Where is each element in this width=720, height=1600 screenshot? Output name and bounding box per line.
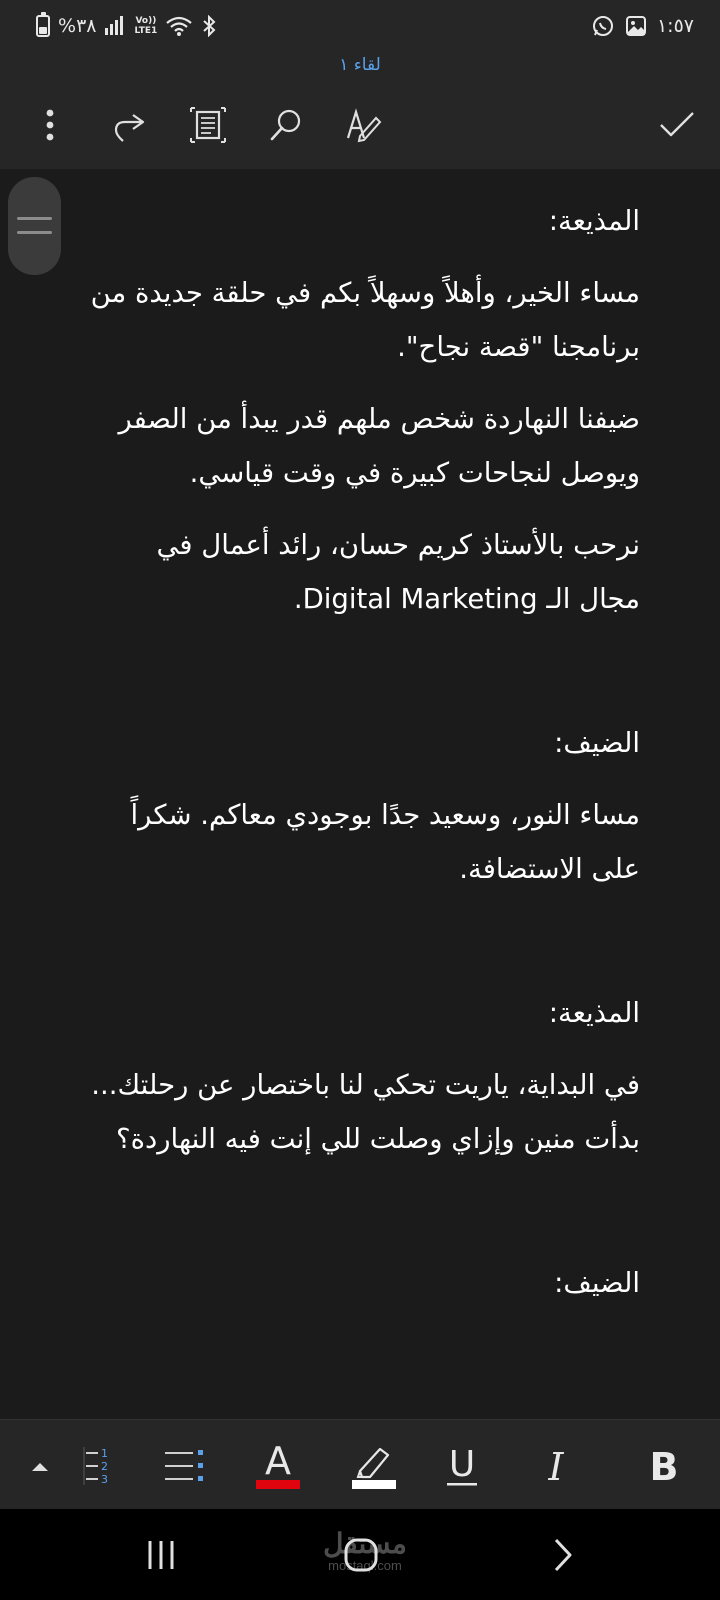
top-toolbar bbox=[0, 82, 720, 169]
volte-indicator: Vo)) LTE1 bbox=[134, 16, 157, 36]
paragraph: نرحب بالأستاذ كريم حسان، رائد أعمال في م… bbox=[156, 529, 640, 615]
home-button[interactable] bbox=[331, 1527, 391, 1583]
search-button[interactable] bbox=[261, 100, 311, 150]
gallery-icon bbox=[625, 16, 646, 36]
bold-icon: B bbox=[650, 1445, 679, 1489]
underline-icon: U bbox=[447, 1444, 477, 1486]
document-body[interactable]: المذيعة: مساء الخير، وأهلاً وسهلاً بكم ف… bbox=[0, 169, 720, 1419]
battery-icon bbox=[36, 12, 50, 37]
numbered-list-button[interactable]: 1 2 3 bbox=[68, 1438, 124, 1494]
more-vert-icon bbox=[46, 109, 54, 141]
document-title[interactable]: لقاء ١ bbox=[339, 55, 381, 75]
status-bar: %٣٨ Vo)) LTE1 ١:٥٧ bbox=[0, 0, 720, 52]
status-right: ١:٥٧ bbox=[591, 12, 694, 40]
system-navigation-bar: مستقل mostaql.com bbox=[0, 1509, 720, 1600]
highlight-swatch bbox=[352, 1480, 396, 1489]
chevron-right-icon bbox=[554, 1538, 572, 1572]
handle-line-top bbox=[17, 217, 52, 220]
highlight-button[interactable] bbox=[346, 1438, 402, 1494]
speaker-label: الضيف: bbox=[554, 727, 640, 759]
underline-button[interactable]: U bbox=[434, 1438, 490, 1494]
whatsapp-icon bbox=[592, 16, 613, 36]
bold-letter: B bbox=[650, 1445, 679, 1489]
italic-letter: I bbox=[547, 1445, 564, 1489]
paragraph: مساء الخير، وأهلاً وسهلاً بكم في حلقة جد… bbox=[90, 277, 640, 363]
clock: ١:٥٧ bbox=[656, 15, 694, 37]
bold-button[interactable]: B bbox=[636, 1438, 692, 1494]
redo-icon bbox=[114, 114, 145, 142]
speaker-label: الضيف: bbox=[554, 1267, 640, 1299]
list-number: 3 bbox=[101, 1473, 108, 1486]
underline-letter: U bbox=[449, 1444, 475, 1485]
bullet-list-icon bbox=[165, 1450, 203, 1481]
list-number: 2 bbox=[101, 1460, 108, 1473]
fast-scroll-handle[interactable] bbox=[8, 177, 61, 275]
redo-button[interactable] bbox=[104, 100, 154, 150]
document-title-bar: لقاء ١ bbox=[0, 52, 720, 82]
paragraph: في البداية، ياريت تحكي لنا باختصار عن رح… bbox=[91, 1069, 640, 1155]
wifi-icon bbox=[166, 16, 192, 36]
draw-button[interactable] bbox=[338, 100, 388, 150]
expand-toolbar-button[interactable] bbox=[12, 1438, 68, 1494]
lte-label: LTE1 bbox=[134, 26, 158, 36]
page-view-button[interactable] bbox=[183, 100, 233, 150]
more-options-button[interactable] bbox=[25, 100, 75, 150]
pen-edit-icon bbox=[346, 108, 382, 143]
italic-icon: I bbox=[547, 1445, 564, 1489]
status-left: %٣٨ Vo)) LTE1 bbox=[36, 12, 217, 40]
recent-apps-button[interactable] bbox=[131, 1527, 191, 1583]
speaker-label: المذيعة: bbox=[548, 205, 640, 237]
list-number: 1 bbox=[101, 1447, 108, 1460]
bullet-list-button[interactable] bbox=[156, 1438, 212, 1494]
home-icon bbox=[344, 1538, 378, 1572]
paragraph: ضيفنا النهاردة شخص ملهم قدر يبدأ من الصف… bbox=[118, 403, 640, 489]
format-toolbar: 1 2 3 A U I B bbox=[0, 1419, 720, 1509]
search-icon bbox=[270, 109, 301, 141]
page-view-icon bbox=[190, 107, 226, 143]
document-text[interactable]: المذيعة: مساء الخير، وأهلاً وسهلاً بكم ف… bbox=[88, 194, 640, 1328]
paragraph: مساء النور، وسعيد جدًا بوجودي معاكم. شكر… bbox=[130, 799, 641, 885]
handle-line-bottom bbox=[17, 231, 52, 234]
speaker-label: المذيعة: bbox=[548, 997, 640, 1029]
font-color-swatch bbox=[256, 1480, 300, 1489]
bluetooth-icon bbox=[203, 15, 216, 37]
checkmark-icon bbox=[660, 112, 694, 137]
italic-button[interactable]: I bbox=[528, 1438, 584, 1494]
done-button[interactable] bbox=[652, 100, 702, 150]
numbered-list-icon: 1 2 3 bbox=[83, 1447, 108, 1486]
font-color-letter: A bbox=[265, 1441, 291, 1483]
battery-level: %٣٨ bbox=[58, 15, 97, 37]
font-color-button[interactable]: A bbox=[250, 1438, 306, 1494]
recent-apps-icon bbox=[148, 1541, 174, 1569]
font-color-icon: A bbox=[256, 1441, 300, 1489]
signal-icon bbox=[105, 16, 124, 35]
volte-label: Vo)) bbox=[135, 16, 157, 26]
caret-up-icon bbox=[32, 1463, 48, 1471]
back-button[interactable] bbox=[533, 1527, 593, 1583]
highlighter-icon bbox=[352, 1447, 396, 1489]
